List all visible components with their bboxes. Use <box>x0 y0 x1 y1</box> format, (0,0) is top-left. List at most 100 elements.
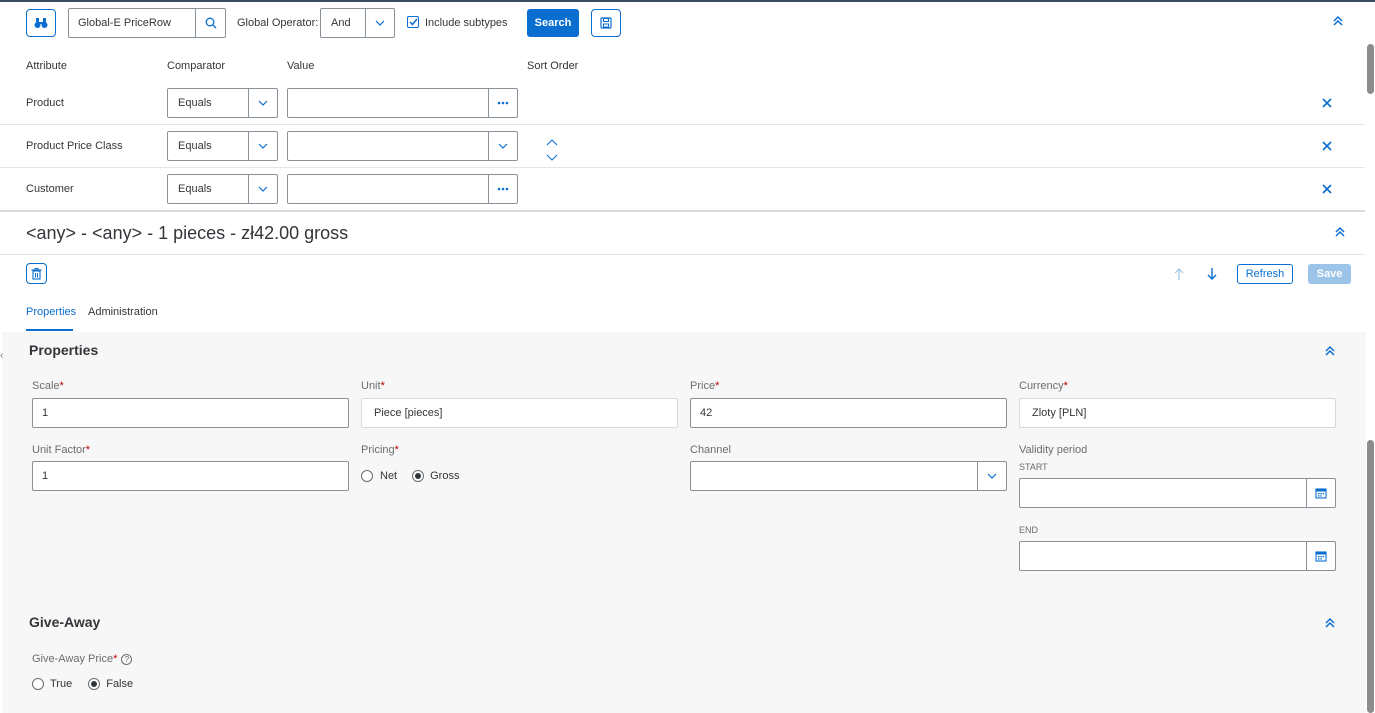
row-divider <box>0 167 1365 168</box>
currency-value: Zloty [PLN] <box>1032 407 1087 419</box>
value-header: Value <box>287 60 315 72</box>
validity-period-label: Validity period <box>1019 444 1088 456</box>
value-field-product[interactable] <box>287 88 518 118</box>
binoculars-icon <box>34 18 48 28</box>
global-operator-label: Global Operator: <box>237 17 319 29</box>
price-label: Price* <box>690 380 720 392</box>
value-field-customer[interactable] <box>287 174 518 204</box>
unit-field[interactable]: Piece [pieces] <box>361 398 678 428</box>
unit-factor-value: 1 <box>42 470 49 482</box>
pricing-radio-group: Net Gross <box>361 470 459 482</box>
more-options-icon[interactable] <box>488 175 517 203</box>
pricing-gross-radio[interactable] <box>412 470 425 482</box>
more-options-icon[interactable] <box>488 89 517 117</box>
chevron-down-icon <box>248 175 277 203</box>
delete-button[interactable] <box>26 263 47 284</box>
currency-field[interactable]: Zloty [PLN] <box>1019 398 1336 428</box>
pricing-gross-label: Gross <box>430 470 460 482</box>
type-search-field[interactable]: Global-E PriceRow <box>68 8 226 38</box>
price-input[interactable]: 42 <box>690 398 1007 428</box>
attribute-header: Attribute <box>26 60 67 72</box>
validity-start-label: START <box>1019 462 1048 472</box>
channel-label: Channel <box>690 444 731 456</box>
checkmark-icon <box>408 18 418 26</box>
unit-value: Piece [pieces] <box>374 407 443 419</box>
global-operator-value: And <box>331 17 351 29</box>
validity-end-label: END <box>1019 525 1039 535</box>
scale-label: Scale* <box>32 380 64 392</box>
tab-properties[interactable]: Properties <box>26 306 76 318</box>
unit-label: Unit* <box>361 380 385 392</box>
remove-criteria-icon[interactable] <box>1322 97 1332 111</box>
comparator-select-product[interactable]: Equals <box>167 88 278 118</box>
binoculars-button[interactable] <box>26 9 56 37</box>
giveaway-true-label: True <box>50 678 73 690</box>
validity-start-input[interactable] <box>1019 478 1336 508</box>
remove-criteria-icon[interactable] <box>1322 183 1332 197</box>
calendar-icon[interactable] <box>1306 479 1335 507</box>
chevron-down-icon <box>488 132 517 160</box>
criteria-attribute-customer: Customer <box>26 183 74 195</box>
pricing-label: Pricing* <box>361 444 399 456</box>
calendar-icon[interactable] <box>1306 542 1335 570</box>
top-scrollbar-thumb[interactable] <box>1367 44 1374 94</box>
row-divider <box>0 124 1365 125</box>
giveaway-true-radio[interactable] <box>32 678 44 690</box>
editor-title: <any> - <any> - 1 pieces - zł42.00 gross <box>26 223 349 243</box>
comparator-header: Comparator <box>167 60 226 72</box>
value-select-price-class[interactable] <box>287 131 518 161</box>
giveaway-price-label: Give-Away Price * ? <box>32 653 133 665</box>
refresh-button[interactable]: Refresh <box>1237 264 1293 284</box>
top-border <box>0 0 1375 2</box>
help-icon[interactable]: ? <box>121 653 133 665</box>
channel-select[interactable] <box>690 461 1007 491</box>
criteria-attribute-price-class: Product Price Class <box>26 140 123 152</box>
save-search-button[interactable] <box>591 9 621 37</box>
collapse-properties-icon[interactable] <box>1324 345 1336 360</box>
chevron-down-icon <box>977 462 1006 490</box>
type-search-value: Global-E PriceRow <box>78 17 171 29</box>
save-button[interactable]: Save <box>1308 264 1351 284</box>
scale-input[interactable]: 1 <box>32 398 349 428</box>
properties-section-title: Properties <box>29 342 99 358</box>
bottom-scrollbar-thumb[interactable] <box>1367 440 1374 713</box>
comparator-select-price-class[interactable]: Equals <box>167 131 278 161</box>
giveaway-radio-group: True False <box>32 678 133 690</box>
search-button[interactable]: Search <box>527 9 579 37</box>
collapse-editor-icon[interactable] <box>1334 226 1346 241</box>
sort-up-icon[interactable] <box>546 135 558 149</box>
remove-criteria-icon[interactable] <box>1322 140 1332 154</box>
price-value: 42 <box>700 407 713 419</box>
floppy-disk-icon <box>600 17 612 29</box>
giveaway-false-radio[interactable] <box>88 678 101 690</box>
include-subtypes-checkbox[interactable] <box>407 16 419 28</box>
pricing-net-label: Net <box>380 470 398 482</box>
scale-value: 1 <box>42 407 49 419</box>
unit-factor-input[interactable]: 1 <box>32 461 349 491</box>
sort-down-icon[interactable] <box>546 150 558 164</box>
search-icon[interactable] <box>195 9 225 37</box>
editor-header-divider <box>0 254 1365 255</box>
properties-panel <box>2 332 1366 713</box>
collapse-search-icon[interactable] <box>1332 15 1344 30</box>
criteria-attribute-product: Product <box>26 97 64 109</box>
next-arrow-down-icon[interactable] <box>1206 267 1218 284</box>
comparator-value: Equals <box>178 140 212 152</box>
tab-administration[interactable]: Administration <box>88 306 158 318</box>
sort-order-header: Sort Order <box>527 60 579 72</box>
collapse-giveaway-icon[interactable] <box>1324 617 1336 632</box>
chevron-down-icon <box>248 132 277 160</box>
previous-arrow-up-icon[interactable] <box>1173 267 1185 284</box>
global-operator-select[interactable]: And <box>320 8 395 38</box>
active-tab-indicator <box>26 329 73 331</box>
include-subtypes-label: Include subtypes <box>425 17 508 29</box>
giveaway-section-title: Give-Away <box>29 614 101 630</box>
trash-icon <box>31 267 42 280</box>
comparator-value: Equals <box>178 97 212 109</box>
side-collapse-handle[interactable]: ‹ <box>0 350 5 364</box>
validity-end-input[interactable] <box>1019 541 1336 571</box>
pricing-net-radio[interactable] <box>361 470 373 482</box>
search-editor-divider <box>0 210 1365 212</box>
comparator-select-customer[interactable]: Equals <box>167 174 278 204</box>
comparator-value: Equals <box>178 183 212 195</box>
